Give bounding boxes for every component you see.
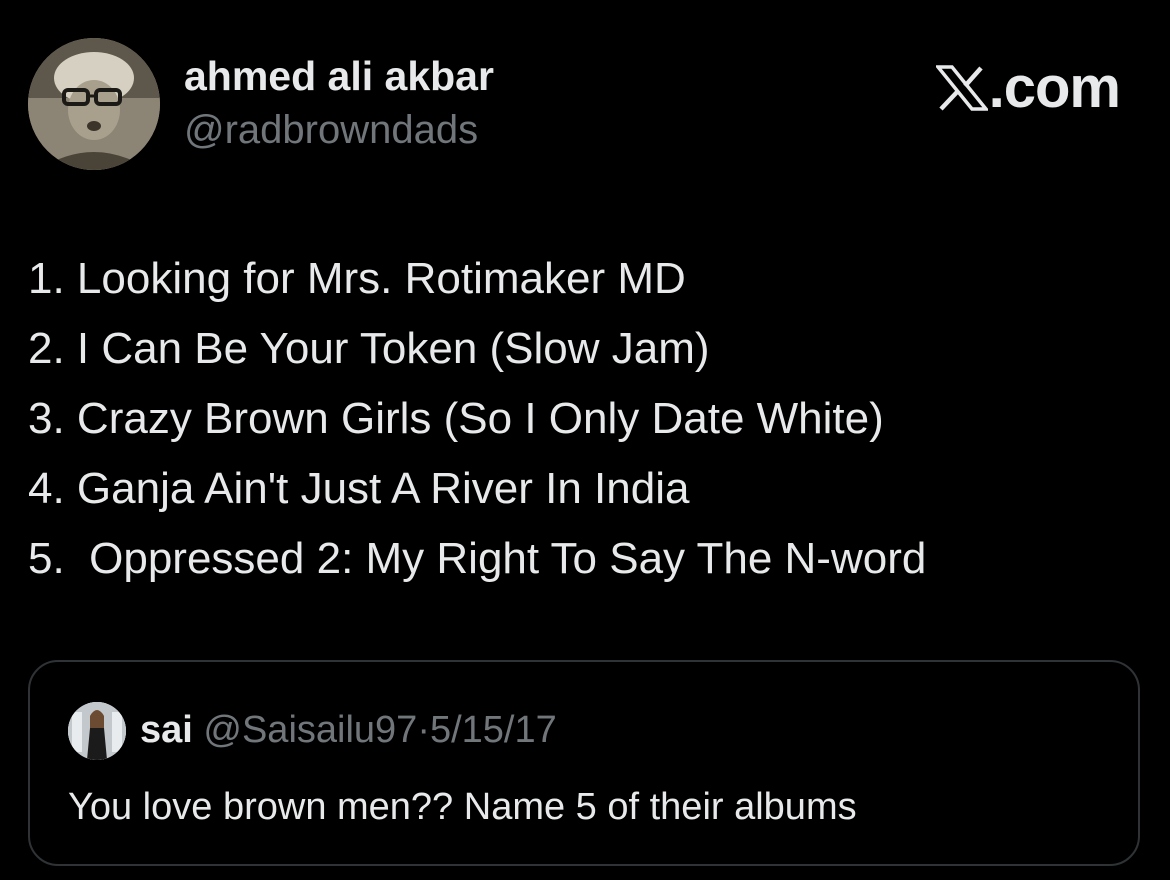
quoted-tweet-card[interactable]: sai @Saisailu97·5/15/17 You love brown m… <box>28 660 1140 866</box>
quoted-handle[interactable]: @Saisailu97 <box>203 709 417 751</box>
author-avatar-photo <box>28 38 160 170</box>
list-item: 3. Crazy Brown Girls (So I Only Date Whi… <box>28 394 884 443</box>
separator-dot: · <box>417 709 430 751</box>
quoted-tweet-text: You love brown men?? Name 5 of their alb… <box>68 786 857 828</box>
quoted-tweet-header: sai @Saisailu97·5/15/17 <box>140 708 557 752</box>
brand-domain-text: .com <box>988 55 1121 120</box>
list-item: 5. Oppressed 2: My Right To Say The N-wo… <box>28 534 927 583</box>
author-avatar[interactable] <box>28 38 160 170</box>
author-display-name[interactable]: ahmed ali akbar <box>184 56 494 97</box>
list-item: 4. Ganja Ain't Just A River In India <box>28 464 690 513</box>
list-item: 1. Looking for Mrs. Rotimaker MD <box>28 254 686 303</box>
list-item: 2. I Can Be Your Token (Slow Jam) <box>28 324 710 373</box>
quoted-author-avatar[interactable] <box>68 702 126 760</box>
x-logo-icon <box>935 65 988 111</box>
quoted-avatar-photo <box>68 702 126 760</box>
author-handle[interactable]: @radbrowndads <box>184 110 478 150</box>
tweet-body: 1. Looking for Mrs. Rotimaker MD 2. I Ca… <box>28 244 926 594</box>
quoted-date[interactable]: 5/15/17 <box>430 709 557 751</box>
quoted-display-name[interactable]: sai <box>140 709 193 751</box>
x-com-watermark: .com <box>935 55 1121 120</box>
